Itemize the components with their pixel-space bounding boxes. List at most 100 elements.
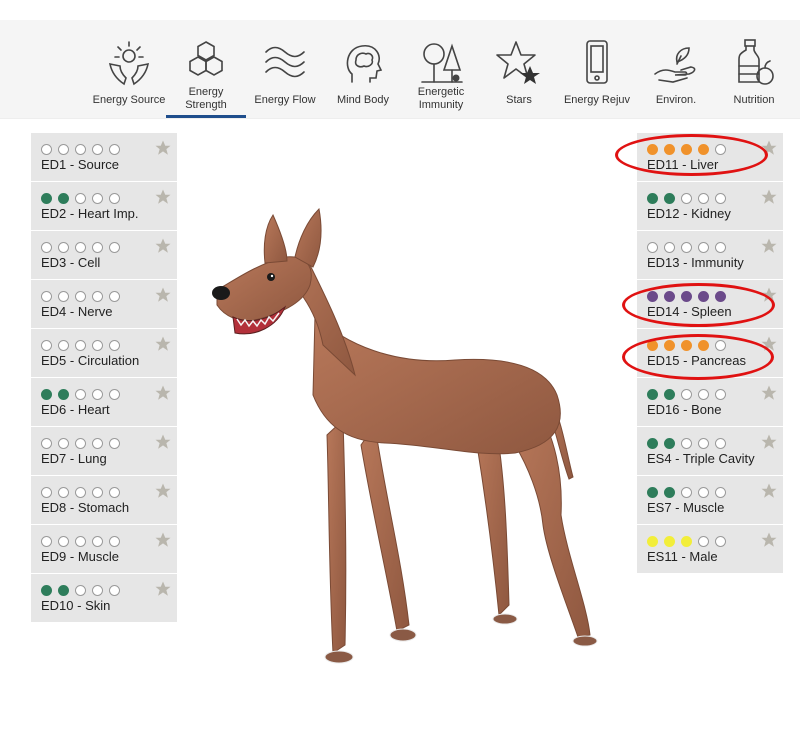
rating-dot: [58, 585, 69, 596]
rating-dot: [715, 242, 726, 253]
rating-dot: [681, 193, 692, 204]
list-item[interactable]: ED13 - Immunity: [637, 231, 783, 280]
star-icon[interactable]: [154, 580, 172, 598]
list-item[interactable]: ED11 - Liver: [637, 133, 783, 182]
nav-energy-rejuv[interactable]: Energy Rejuv: [557, 20, 637, 118]
list-item[interactable]: ED16 - Bone: [637, 378, 783, 427]
rating-dot: [647, 242, 658, 253]
rating-dot: [109, 438, 120, 449]
rating-dot: [664, 291, 675, 302]
star-icon[interactable]: [760, 433, 778, 451]
rating-dot: [109, 389, 120, 400]
row-label: ED12 - Kidney: [647, 206, 731, 221]
rating-dots: [41, 240, 126, 253]
star-icon[interactable]: [760, 139, 778, 157]
rating-dot: [647, 536, 658, 547]
nav-nutrition[interactable]: Nutrition: [714, 20, 794, 118]
rating-dot: [109, 291, 120, 302]
list-item[interactable]: ED7 - Lung: [31, 427, 177, 476]
rating-dot: [75, 291, 86, 302]
rating-dot: [109, 340, 120, 351]
star-icon[interactable]: [154, 531, 172, 549]
star-icon[interactable]: [760, 335, 778, 353]
list-item[interactable]: ED1 - Source: [31, 133, 177, 182]
list-item[interactable]: ED6 - Heart: [31, 378, 177, 427]
row-label: ED11 - Liver: [647, 157, 719, 172]
star-icon[interactable]: [154, 384, 172, 402]
list-item[interactable]: ED2 - Heart Imp.: [31, 182, 177, 231]
dog-model: [212, 207, 598, 664]
rating-dot: [58, 389, 69, 400]
list-item[interactable]: ED14 - Spleen: [637, 280, 783, 329]
nav-energy-flow[interactable]: Energy Flow: [245, 20, 325, 118]
star-icon[interactable]: [760, 237, 778, 255]
star-icon[interactable]: [760, 286, 778, 304]
dog-3d-viewport[interactable]: [195, 195, 605, 695]
rating-dot: [75, 242, 86, 253]
rating-dot: [681, 242, 692, 253]
star-icon[interactable]: [154, 139, 172, 157]
list-item[interactable]: ED4 - Nerve: [31, 280, 177, 329]
rating-dot: [41, 536, 52, 547]
list-item[interactable]: ED15 - Pancreas: [637, 329, 783, 378]
hand-leaf-icon: [654, 47, 696, 83]
rating-dot: [664, 340, 675, 351]
rating-dot: [92, 144, 103, 155]
nav-energy-strength[interactable]: Energy Strength: [166, 20, 246, 118]
rating-dot: [109, 144, 120, 155]
rating-dot: [647, 487, 658, 498]
rating-dot: [715, 438, 726, 449]
list-item[interactable]: ES7 - Muscle: [637, 476, 783, 525]
rating-dot: [664, 438, 675, 449]
rating-dots: [41, 338, 126, 351]
star-icon[interactable]: [760, 531, 778, 549]
rating-dots: [647, 436, 732, 449]
list-item[interactable]: ED5 - Circulation: [31, 329, 177, 378]
row-label: ED8 - Stomach: [41, 500, 130, 515]
list-item[interactable]: ED12 - Kidney: [637, 182, 783, 231]
list-item[interactable]: ED10 - Skin: [31, 574, 177, 623]
rating-dots: [647, 240, 732, 253]
rating-dots: [41, 485, 126, 498]
star-icon[interactable]: [154, 188, 172, 206]
star-icon[interactable]: [154, 286, 172, 304]
rating-dot: [698, 193, 709, 204]
list-item[interactable]: ED8 - Stomach: [31, 476, 177, 525]
star-icon[interactable]: [154, 335, 172, 353]
star-icon[interactable]: [154, 237, 172, 255]
rating-dot: [664, 536, 675, 547]
list-item[interactable]: ED9 - Muscle: [31, 525, 177, 574]
rating-dot: [75, 585, 86, 596]
star-icon[interactable]: [760, 188, 778, 206]
rating-dot: [109, 536, 120, 547]
list-item[interactable]: ES4 - Triple Cavity: [637, 427, 783, 476]
star-icon[interactable]: [154, 433, 172, 451]
rating-dots: [41, 534, 126, 547]
list-item[interactable]: ED3 - Cell: [31, 231, 177, 280]
rating-dot: [58, 193, 69, 204]
nav-mind-body[interactable]: Mind Body: [323, 20, 403, 118]
nav-environ[interactable]: Environ.: [636, 20, 716, 118]
rating-dot: [41, 340, 52, 351]
rating-dot: [58, 438, 69, 449]
rating-dots: [647, 387, 732, 400]
rating-dot: [715, 340, 726, 351]
nav-energy-source[interactable]: Energy Source: [89, 20, 169, 118]
row-label: ED6 - Heart: [41, 402, 110, 417]
stars-icon: [496, 41, 540, 84]
nav-energetic-immunity[interactable]: Energetic Immunity: [401, 20, 481, 118]
rating-dot: [715, 291, 726, 302]
bottle-fruit-icon: [738, 39, 774, 85]
nav-label: Energy Rejuv: [563, 94, 631, 106]
list-item[interactable]: ES11 - Male: [637, 525, 783, 574]
rating-dot: [41, 193, 52, 204]
rating-dot: [92, 585, 103, 596]
nav-stars[interactable]: Stars: [479, 20, 559, 118]
star-icon[interactable]: [760, 482, 778, 500]
rating-dot: [715, 487, 726, 498]
star-icon[interactable]: [154, 482, 172, 500]
rating-dot: [698, 291, 709, 302]
rating-dot: [58, 536, 69, 547]
star-icon[interactable]: [760, 384, 778, 402]
nav-label: Environ.: [655, 94, 697, 106]
